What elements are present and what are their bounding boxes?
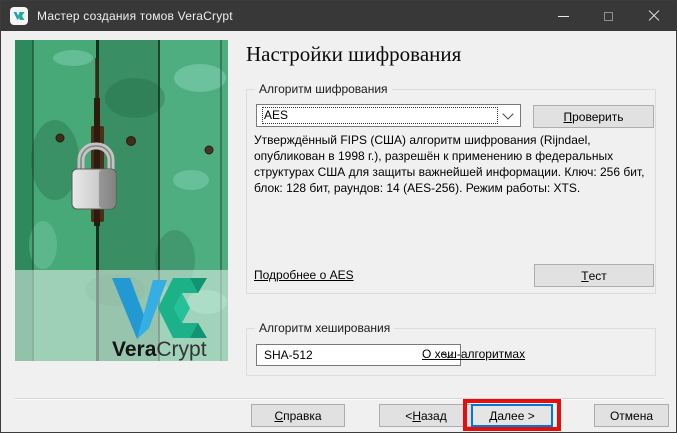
close-button[interactable] <box>631 1 676 31</box>
door-photo-illustration: VeraCrypt <box>15 40 228 361</box>
hash-algorithm-value: SHA-512 <box>262 347 438 364</box>
cancel-button[interactable]: Отмена <box>594 404 669 427</box>
help-button[interactable]: Справка <box>251 404 345 427</box>
footer-separator <box>15 398 664 400</box>
chevron-down-icon <box>502 108 513 119</box>
window-controls <box>541 1 676 31</box>
veracrypt-wordmark: VeraCrypt <box>112 338 207 361</box>
veracrypt-logo-glyph <box>12 9 26 23</box>
encryption-algorithm-select[interactable]: AES <box>256 104 521 127</box>
hash-info-link[interactable]: О хеш-алгоритмах <box>422 347 525 361</box>
hash-group-label: Алгоритм хеширования <box>255 321 394 335</box>
test-button[interactable]: Тест <box>534 264 654 287</box>
more-about-aes-link[interactable]: Подробнее о AES <box>254 268 354 282</box>
minimize-button[interactable] <box>541 1 586 31</box>
door-photo: VeraCrypt <box>15 40 228 361</box>
maximize-button[interactable] <box>586 1 631 31</box>
back-button[interactable]: < Назад <box>379 404 473 427</box>
benchmark-button[interactable]: Проверить <box>533 105 654 128</box>
minimize-icon <box>558 16 569 17</box>
window-title: Мастер создания томов VeraCrypt <box>37 9 233 23</box>
veracrypt-wizard-window: Мастер создания томов VeraCrypt <box>0 0 677 433</box>
algorithm-description: Утверждённый FIPS (США) алгоритм шифрова… <box>254 132 656 196</box>
maximize-icon <box>604 12 613 21</box>
titlebar: Мастер создания томов VeraCrypt <box>1 1 676 31</box>
encryption-group-label: Алгоритм шифрования <box>255 82 392 96</box>
page-title: Настройки шифрования <box>246 42 461 67</box>
close-icon <box>648 10 660 22</box>
next-button[interactable]: Далее > <box>471 404 553 427</box>
veracrypt-logo-icon <box>10 7 28 25</box>
wizard-page: VeraCrypt Настройки шифрования Алгоритм … <box>1 31 677 433</box>
encryption-algorithm-value: AES <box>262 107 498 124</box>
